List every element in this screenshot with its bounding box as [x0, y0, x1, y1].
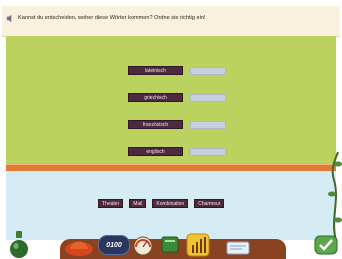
language-row-french: französisch	[128, 120, 226, 129]
gauge-icon[interactable]	[132, 235, 154, 255]
instruction-banner: Kannst du entscheiden, woher diese Wörte…	[2, 6, 340, 37]
drop-slot-greek[interactable]	[190, 93, 226, 102]
hat-icon[interactable]	[64, 235, 94, 257]
language-row-greek: griechisch	[128, 93, 226, 102]
level-bars-icon[interactable]	[186, 233, 210, 257]
language-label-french: französisch	[128, 120, 183, 129]
drop-slot-latin[interactable]	[190, 66, 226, 75]
speaker-icon[interactable]	[4, 13, 14, 23]
app-window: Kannst du entscheiden, woher diese Wörte…	[0, 0, 342, 259]
language-label-latin: lateinisch	[128, 66, 183, 75]
counter-value: 0100	[106, 241, 122, 249]
book-icon[interactable]	[160, 234, 180, 254]
language-label-greek: griechisch	[128, 93, 183, 102]
language-row-latin: lateinisch	[128, 66, 226, 75]
drop-slot-english[interactable]	[190, 147, 226, 156]
language-label-english: englisch	[128, 147, 183, 156]
word-chip-charmeur[interactable]: Charmeur	[194, 199, 225, 208]
language-row-english: englisch	[128, 147, 226, 156]
bottom-toolbar: 0100	[0, 229, 342, 259]
word-chip-kombination[interactable]: Kombination	[152, 199, 189, 208]
checkmark-icon[interactable]	[314, 235, 338, 255]
vine-decoration	[328, 151, 342, 240]
counter-display: 0100	[98, 235, 130, 255]
drop-slot-french[interactable]	[190, 120, 226, 129]
bottle-icon[interactable]	[8, 229, 30, 259]
word-chips: Theater Mail Kombination Charmeur	[98, 199, 230, 208]
instruction-text: Kannst du entscheiden, woher diese Wörte…	[18, 15, 206, 21]
word-chip-theater[interactable]: Theater	[98, 199, 124, 208]
document-icon[interactable]	[226, 241, 250, 255]
word-chip-mail[interactable]: Mail	[129, 199, 147, 208]
